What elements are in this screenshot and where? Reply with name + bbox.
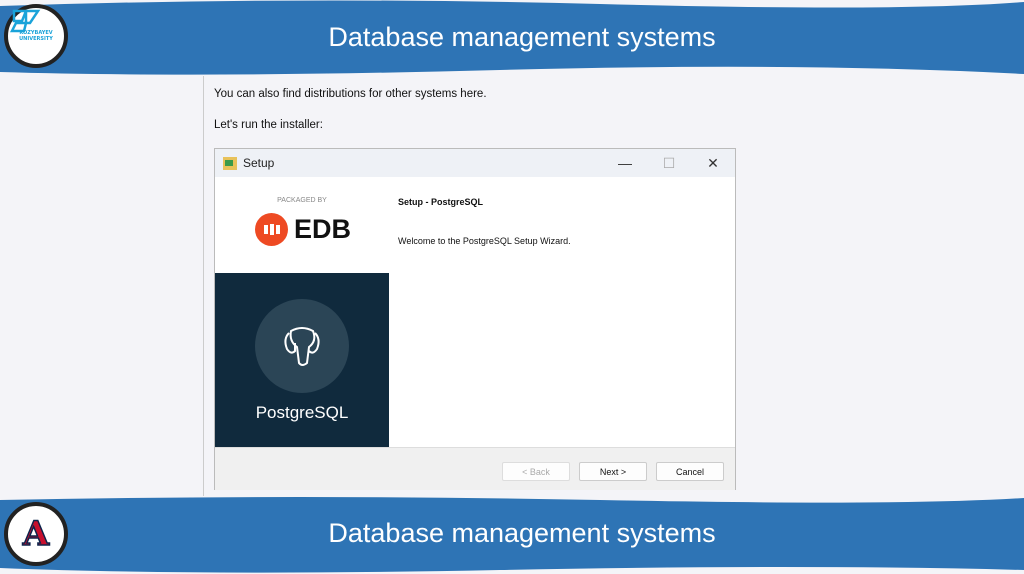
dialog-heading: Setup - PostgreSQL — [398, 197, 484, 207]
footer-title: Database management systems — [328, 518, 716, 548]
cancel-button[interactable]: Cancel — [656, 462, 724, 481]
header-band: KOZYBAYEV UNIVERSITY Database management… — [0, 0, 1024, 78]
welcome-text: Welcome to the PostgreSQL Setup Wizard. — [398, 236, 571, 246]
dialog-title: Setup — [243, 156, 275, 170]
packaged-by-label: PACKAGED BY — [277, 197, 327, 204]
text-other-distributions: You can also find distributions for othe… — [214, 88, 487, 100]
back-button[interactable]: < Back — [502, 462, 570, 481]
edb-logo: EDB — [255, 213, 351, 246]
setup-app-icon — [223, 156, 237, 170]
edb-icon — [255, 213, 288, 246]
text-run-installer: Let's run the installer: — [214, 119, 323, 131]
postgresql-elephant-icon — [255, 299, 349, 393]
branding-panel: PACKAGED BY EDB PostgreSQL — [215, 177, 389, 447]
close-button[interactable]: ✕ — [693, 149, 733, 177]
next-button[interactable]: Next > — [579, 462, 647, 481]
maximize-button[interactable]: ☐ — [649, 149, 689, 177]
postgresql-label: PostgreSQL — [255, 403, 349, 422]
minimize-button[interactable]: — — [605, 149, 645, 177]
setup-dialog: Setup — ☐ ✕ PACKAGED BY EDB PostgreSQL S… — [214, 148, 736, 490]
footer-band: A Database management systems — [0, 496, 1024, 574]
dialog-button-bar: < Back Next > Cancel — [215, 447, 735, 490]
header-title: Database management systems — [328, 22, 716, 52]
dialog-title-bar[interactable]: Setup — ☐ ✕ — [215, 149, 735, 177]
content-divider — [203, 76, 204, 496]
